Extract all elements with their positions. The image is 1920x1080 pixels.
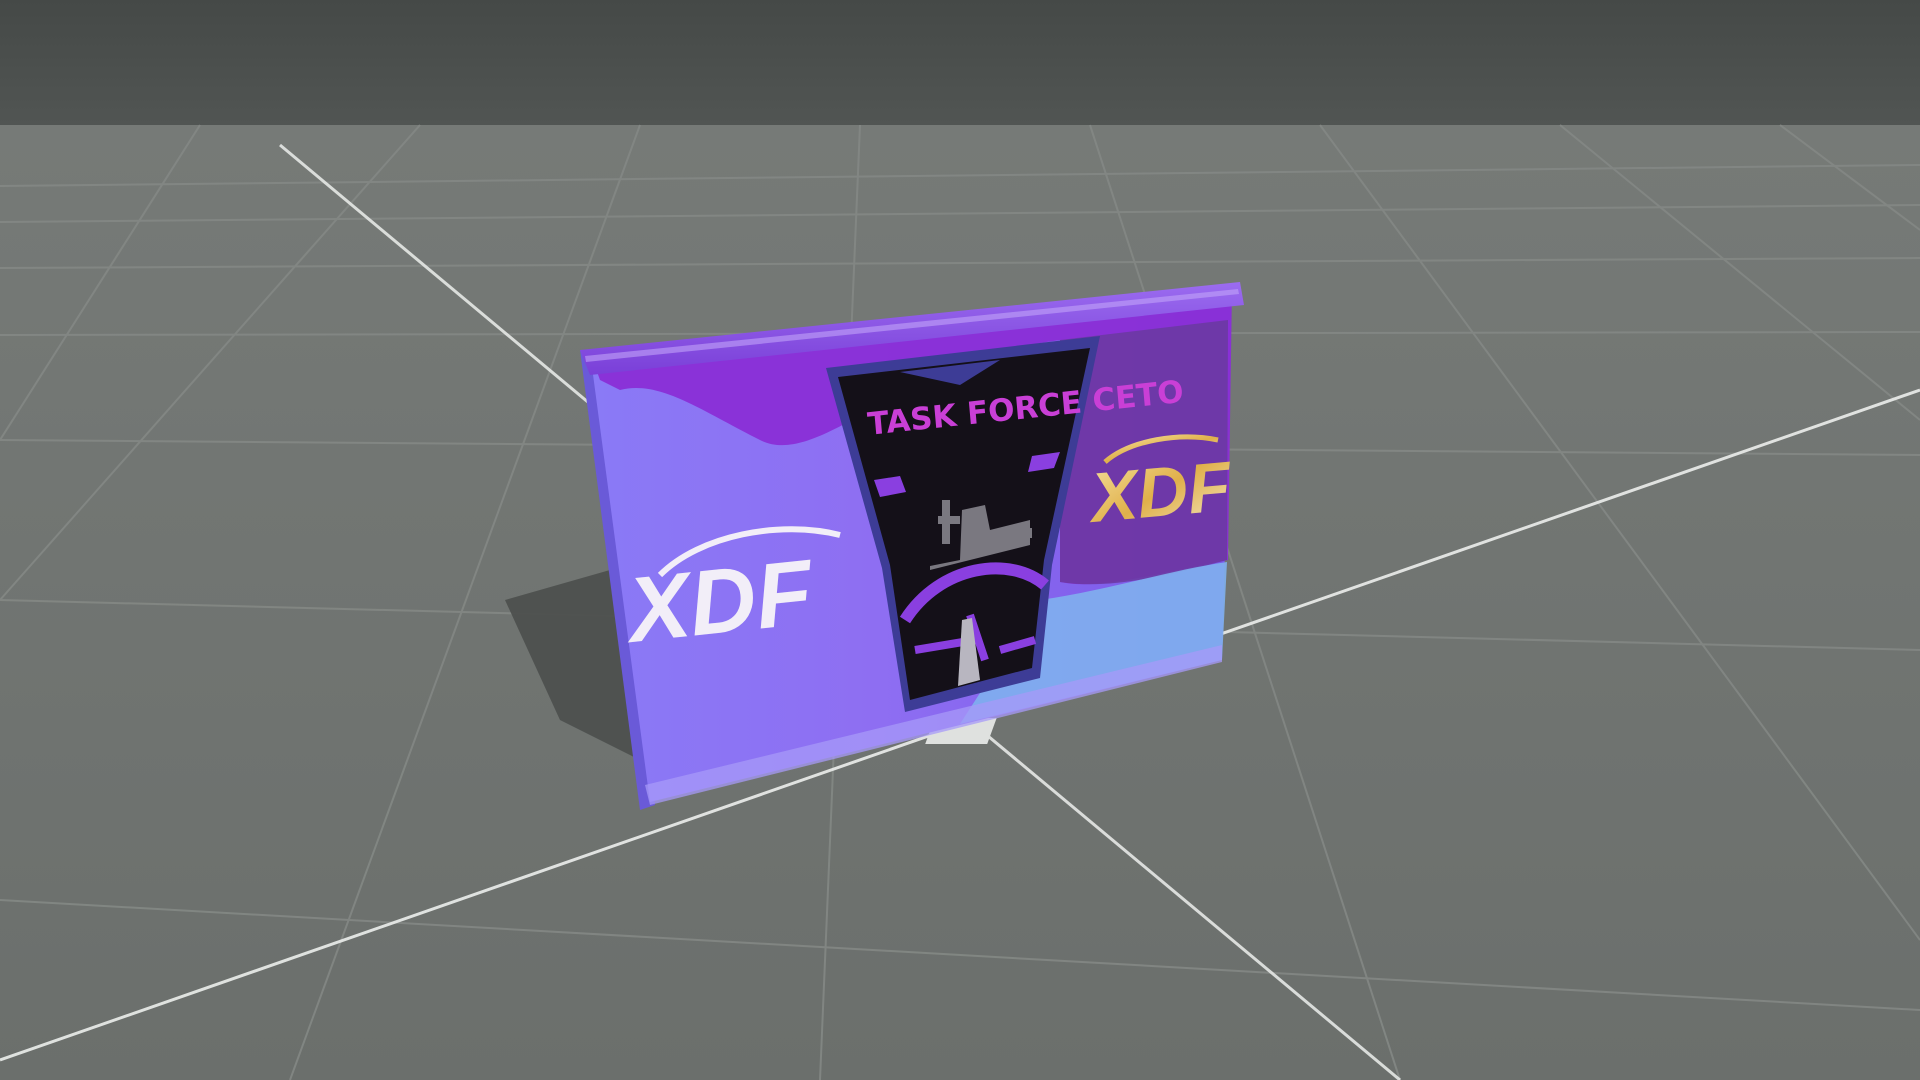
xdf-logo-left-text: XDF <box>618 541 819 662</box>
xdf-logo-right-text: XDF <box>1084 447 1236 537</box>
scene-canvas: TASK FORCE CETO XDF XDF <box>0 0 1920 1080</box>
sky <box>0 0 1920 125</box>
game-viewport[interactable]: TASK FORCE CETO XDF XDF <box>0 0 1920 1080</box>
